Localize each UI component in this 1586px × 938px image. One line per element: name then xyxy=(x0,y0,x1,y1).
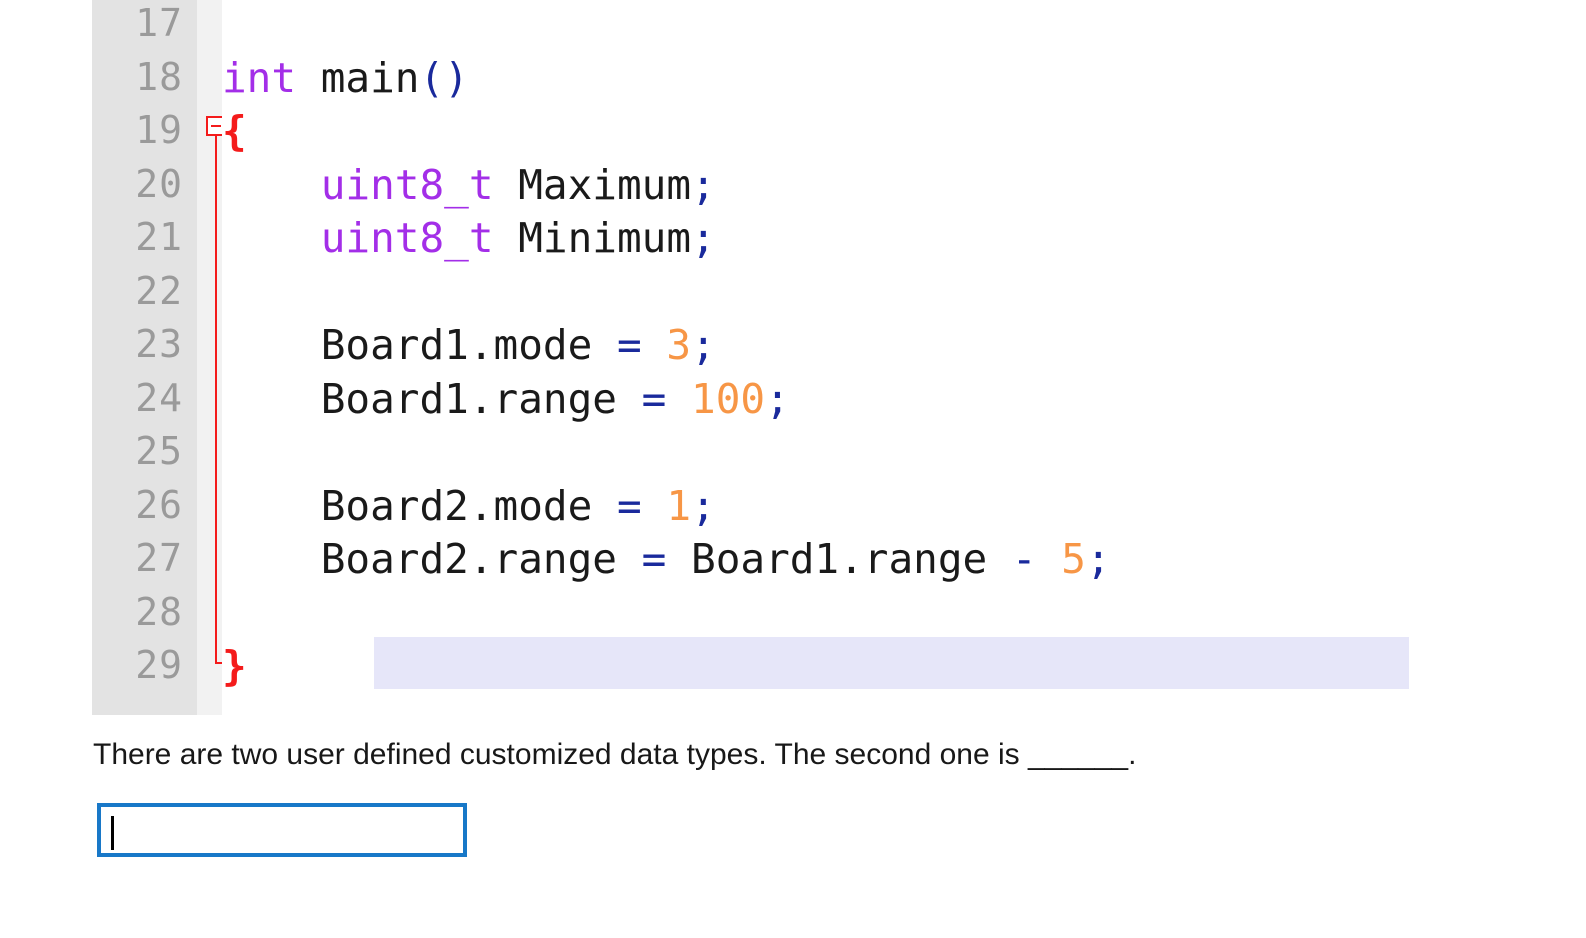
line-number: 21 xyxy=(135,215,183,259)
answer-input[interactable] xyxy=(97,803,467,857)
code-token-punctuation: = xyxy=(641,535,692,583)
code-token-identifier: main xyxy=(296,53,420,102)
code-token-keyword: uint8_t xyxy=(320,160,494,209)
code-token-identifier: Board2.range xyxy=(222,535,642,583)
line-number: 26 xyxy=(135,482,183,527)
text-caret xyxy=(111,816,114,850)
fold-range-line xyxy=(215,136,217,664)
code-token-punctuation: ; xyxy=(765,374,790,423)
code-token-identifier xyxy=(222,214,321,262)
code-token-punctuation: ; xyxy=(1085,535,1111,583)
code-line: Board1.mode = 3; xyxy=(222,325,716,366)
code-line: Board2.mode = 1; xyxy=(222,485,716,527)
code-line: Board2.range = Board1.range - 5; xyxy=(222,539,1111,580)
line-number: 28 xyxy=(135,589,183,634)
line-number: 25 xyxy=(135,429,183,473)
line-number: 23 xyxy=(135,322,183,366)
code-token-punctuation: = xyxy=(616,481,667,530)
code-text-surface[interactable]: int main() { uint8_t Maximum; uint8_t Min… xyxy=(222,0,1409,715)
code-token-number: 5 xyxy=(1061,535,1086,583)
line-number: 29 xyxy=(135,643,183,687)
code-token-punctuation: ; xyxy=(691,481,716,530)
code-token-punctuation: = xyxy=(616,321,667,369)
code-token-punctuation: ; xyxy=(691,214,716,262)
line-number: 22 xyxy=(135,268,183,313)
code-token-keyword: int xyxy=(222,53,297,102)
code-token-number: 3 xyxy=(666,321,692,369)
line-number: 18 xyxy=(135,54,183,99)
code-token-identifier: Board1.range xyxy=(222,374,642,423)
line-number-gutter: 17 18 19 20 21 22 23 24 25 26 27 28 29 xyxy=(92,0,197,715)
code-token-number: 100 xyxy=(691,374,766,423)
code-token-brace: { xyxy=(222,107,247,155)
code-token-number: 1 xyxy=(666,481,692,530)
line-number: 17 xyxy=(135,1,183,45)
line-number: 19 xyxy=(135,108,183,152)
code-block: 17 18 19 20 21 22 23 24 25 26 27 28 29 int main() { u… xyxy=(92,0,1409,715)
code-token-identifier: Minimum xyxy=(493,214,692,262)
code-token-keyword: uint8_t xyxy=(320,214,494,262)
code-token-identifier: Board1.mode xyxy=(222,321,617,369)
current-line-highlight xyxy=(374,637,1409,689)
code-line: uint8_t Maximum; xyxy=(222,164,716,206)
question-text: There are two user defined customized da… xyxy=(93,738,1137,771)
code-line: { xyxy=(222,111,247,152)
code-token-punctuation: ; xyxy=(691,321,716,369)
line-number: 24 xyxy=(135,375,183,420)
code-token-punctuation: - xyxy=(1011,535,1062,583)
code-token-brace: } xyxy=(222,642,247,690)
line-number: 20 xyxy=(135,161,183,206)
code-token-identifier xyxy=(222,161,321,209)
code-token-punctuation: () xyxy=(419,53,469,102)
code-line: Board1.range = 100; xyxy=(222,378,790,420)
code-token-identifier: Board1.range xyxy=(691,535,1012,583)
code-token-punctuation: = xyxy=(641,374,692,423)
code-line: } xyxy=(222,646,247,687)
code-line: int main() xyxy=(222,57,469,99)
code-token-identifier: Maximum xyxy=(493,160,692,209)
code-line: uint8_t Minimum; xyxy=(222,218,716,259)
line-number: 27 xyxy=(135,536,183,580)
code-token-identifier: Board2.mode xyxy=(222,481,617,530)
code-token-punctuation: ; xyxy=(691,160,716,209)
